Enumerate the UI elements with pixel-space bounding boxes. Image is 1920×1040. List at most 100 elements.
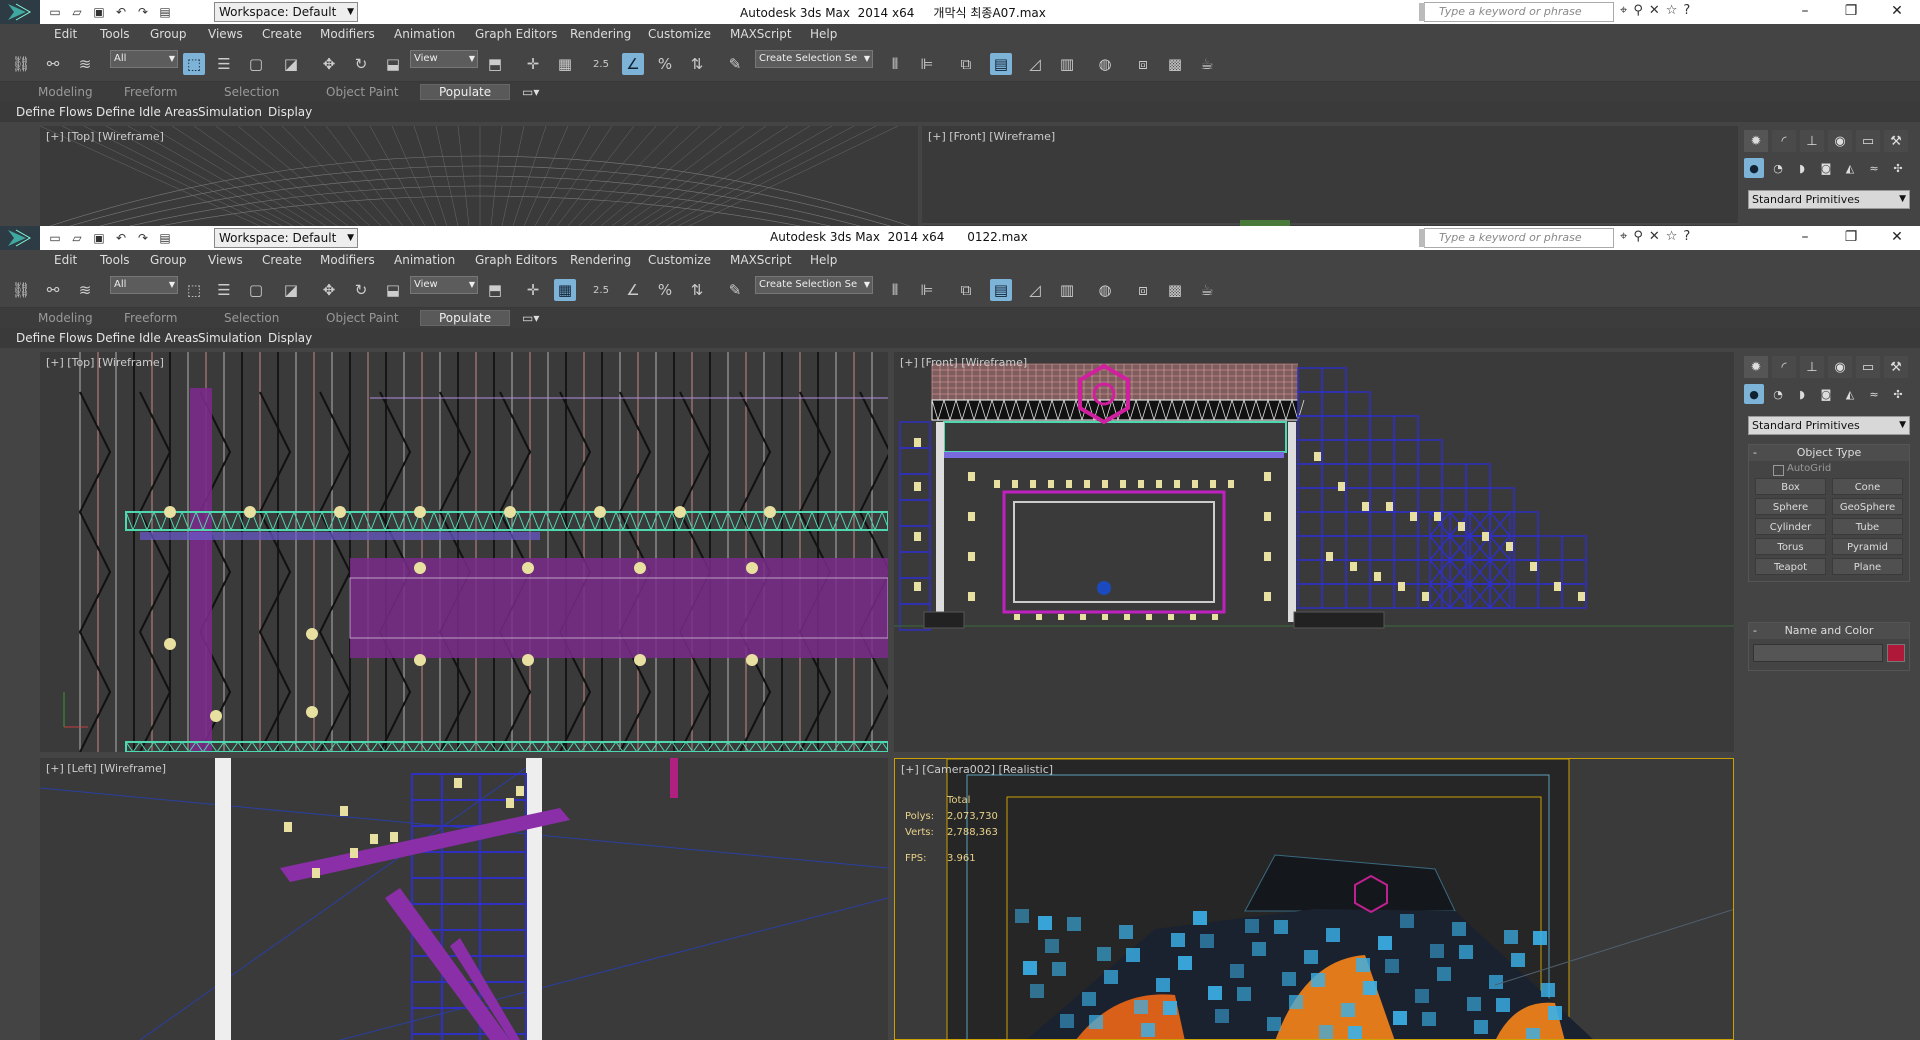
render-production-icon[interactable]: ☕: [1196, 53, 1218, 75]
geometry-icon[interactable]: ●: [1744, 158, 1764, 178]
restore-button[interactable]: ❐: [1828, 226, 1874, 250]
viewport-top[interactable]: [+] [Top] [Wireframe]: [40, 126, 918, 226]
menu-edit[interactable]: Edit: [54, 27, 77, 41]
render-setup-icon[interactable]: ⧈: [1132, 53, 1154, 75]
rendered-frame-window-icon[interactable]: ▩: [1164, 53, 1186, 75]
mirror-icon[interactable]: ⫴: [884, 279, 906, 301]
display-button[interactable]: Display: [268, 331, 312, 345]
minimize-button[interactable]: –: [1782, 226, 1828, 250]
communication-icon[interactable]: ✕: [1649, 3, 1660, 18]
shapes-icon[interactable]: ◔: [1768, 158, 1788, 178]
define-idle-areas-button[interactable]: Define Idle Areas: [96, 331, 199, 345]
select-by-name-icon[interactable]: ☰: [213, 279, 235, 301]
keyboard-shortcut-override-icon[interactable]: ▦: [554, 53, 576, 75]
align-icon[interactable]: ⊫: [916, 53, 938, 75]
autogrid-checkbox[interactable]: AutoGrid: [1749, 461, 1909, 478]
link-icon[interactable]: ⛓: [10, 53, 32, 75]
rotate-icon[interactable]: ↻: [350, 53, 372, 75]
menu-animation[interactable]: Animation: [394, 27, 455, 41]
plane-button[interactable]: Plane: [1832, 558, 1903, 575]
viewport-camera[interactable]: [+] [Camera002] [Realistic] Total Polys:…: [894, 758, 1734, 1040]
menu-customize[interactable]: Customize: [648, 27, 711, 41]
graphite-ribbon-icon[interactable]: ▤: [990, 279, 1012, 301]
selection-filter-dropdown[interactable]: All ▼: [110, 50, 178, 68]
systems-icon[interactable]: ✣: [1888, 158, 1908, 178]
viewport-top[interactable]: [+] [Top] [Wireframe]: [40, 352, 888, 752]
binoculars-icon[interactable]: ⌖: [1620, 229, 1627, 244]
menu-views[interactable]: Views: [208, 27, 243, 41]
graphite-ribbon-icon[interactable]: ▤: [990, 53, 1012, 75]
ribbon-tab-freeform[interactable]: Freeform: [124, 311, 177, 325]
menu-graph-editors[interactable]: Graph Editors: [475, 27, 557, 41]
hierarchy-tab-icon[interactable]: ⊥: [1800, 356, 1824, 378]
save-icon[interactable]: ▣: [90, 3, 108, 21]
select-by-name-icon[interactable]: ☰: [213, 53, 235, 75]
save-icon[interactable]: ▣: [90, 229, 108, 247]
redo-icon[interactable]: ↷: [134, 229, 152, 247]
helpers-icon[interactable]: ◭: [1840, 384, 1860, 404]
name-color-header[interactable]: - Name and Color: [1749, 623, 1909, 639]
ribbon-tab-modeling[interactable]: Modeling: [38, 311, 93, 325]
project-icon[interactable]: ▤: [156, 229, 174, 247]
create-tab-icon[interactable]: ✹: [1744, 356, 1768, 378]
search-icon[interactable]: ⚲: [1633, 229, 1643, 244]
geometry-icon[interactable]: ●: [1744, 384, 1764, 404]
favorites-star-icon[interactable]: ☆: [1666, 3, 1678, 18]
menu-tools[interactable]: Tools: [100, 253, 130, 267]
project-icon[interactable]: ▤: [156, 3, 174, 21]
rectangular-selection-icon[interactable]: ▢: [245, 53, 267, 75]
favorites-star-icon[interactable]: ☆: [1666, 229, 1678, 244]
viewport-label[interactable]: [+] [Camera002] [Realistic]: [901, 763, 1053, 776]
layer-manager-icon[interactable]: ⧉: [955, 279, 977, 301]
app-logo-icon[interactable]: [0, 226, 40, 250]
select-manipulate-icon[interactable]: ✛: [522, 53, 544, 75]
ribbon-tab-modeling[interactable]: Modeling: [38, 85, 93, 99]
menu-views[interactable]: Views: [208, 253, 243, 267]
ribbon-tab-populate[interactable]: Populate: [420, 310, 511, 326]
open-icon[interactable]: ▱: [68, 229, 86, 247]
open-icon[interactable]: ▱: [68, 3, 86, 21]
spacewarps-icon[interactable]: ≈: [1864, 384, 1884, 404]
help-icon[interactable]: ?: [1683, 229, 1690, 244]
menu-modifiers[interactable]: Modifiers: [320, 253, 375, 267]
undo-icon[interactable]: ↶: [112, 229, 130, 247]
hierarchy-tab-icon[interactable]: ⊥: [1800, 130, 1824, 152]
define-flows-button[interactable]: Define Flows: [16, 105, 93, 119]
edit-named-selection-icon[interactable]: ✎: [724, 53, 746, 75]
object-category-dropdown[interactable]: Standard Primitives ▼: [1748, 416, 1910, 435]
ribbon-options-icon[interactable]: ▭▾: [522, 311, 539, 325]
window-crossing-icon[interactable]: ◪: [280, 53, 302, 75]
scale-icon[interactable]: ⬓: [382, 279, 404, 301]
cameras-icon[interactable]: ◙: [1816, 158, 1836, 178]
geosphere-button[interactable]: GeoSphere: [1832, 498, 1903, 515]
ribbon-options-icon[interactable]: ▭▾: [522, 85, 539, 99]
viewport-label[interactable]: [+] [Top] [Wireframe]: [46, 356, 164, 369]
schematic-view-icon[interactable]: ▥: [1056, 53, 1078, 75]
menu-rendering[interactable]: Rendering: [570, 253, 631, 267]
named-selection-dropdown[interactable]: Create Selection Se ▼: [755, 276, 873, 294]
cone-button[interactable]: Cone: [1832, 478, 1903, 495]
ribbon-tab-object-paint[interactable]: Object Paint: [326, 85, 399, 99]
new-icon[interactable]: ▭: [46, 229, 64, 247]
display-tab-icon[interactable]: ▭: [1856, 130, 1880, 152]
object-color-swatch[interactable]: [1887, 644, 1905, 662]
menu-create[interactable]: Create: [262, 27, 302, 41]
object-type-header[interactable]: - Object Type: [1749, 445, 1909, 461]
viewport-front[interactable]: [+] [Front] [Wireframe]: [922, 126, 1738, 226]
menu-help[interactable]: Help: [810, 27, 837, 41]
shapes-icon[interactable]: ◔: [1768, 384, 1788, 404]
create-tab-icon[interactable]: ✹: [1744, 130, 1768, 152]
unlink-icon[interactable]: ⚯: [42, 279, 64, 301]
menu-help[interactable]: Help: [810, 253, 837, 267]
viewport-label[interactable]: [+] [Front] [Wireframe]: [928, 130, 1055, 143]
select-manipulate-icon[interactable]: ✛: [522, 279, 544, 301]
named-selection-dropdown[interactable]: Create Selection Se ▼: [755, 50, 873, 68]
redo-icon[interactable]: ↷: [134, 3, 152, 21]
torus-button[interactable]: Torus: [1755, 538, 1826, 555]
simulation-button[interactable]: Simulation: [198, 105, 262, 119]
reference-coordinate-dropdown[interactable]: View ▼: [410, 50, 478, 68]
motion-tab-icon[interactable]: ◉: [1828, 130, 1852, 152]
utilities-tab-icon[interactable]: ⚒: [1884, 130, 1908, 152]
edit-named-selection-icon[interactable]: ✎: [724, 279, 746, 301]
rotate-icon[interactable]: ↻: [350, 279, 372, 301]
